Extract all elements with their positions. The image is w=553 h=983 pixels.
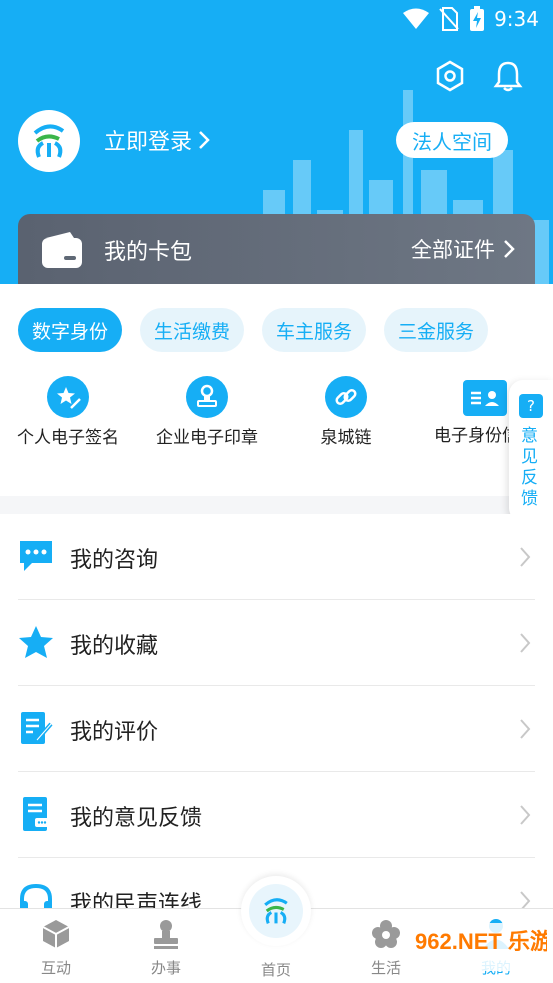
chat-icon: [18, 538, 54, 574]
menu-item-reviews[interactable]: 我的评价: [18, 686, 535, 772]
no-sim-icon: [439, 7, 459, 31]
top-actions: [0, 56, 553, 96]
chevron-right-icon: [504, 240, 515, 258]
nav-label: 首页: [260, 961, 291, 979]
feedback-floating-tab[interactable]: ? 意见反馈: [509, 380, 553, 522]
chevron-right-icon: [520, 805, 531, 825]
service-tabs: 数字身份 生活缴费 车主服务 三金服务: [18, 308, 489, 352]
service-items: 个人电子签名 企业电子印章 泉城链 电子身份信息: [0, 376, 553, 476]
logo-icon: [264, 898, 288, 924]
pen-star-icon: [47, 376, 89, 418]
menu-label: 我的收藏: [70, 634, 159, 659]
wallet-title: 我的卡包: [104, 240, 193, 265]
feedback-doc-icon: [18, 796, 54, 832]
card-wallet-bar[interactable]: 我的卡包 全部证件: [18, 214, 535, 286]
wallet-icon: [42, 232, 82, 268]
service-label: 个人电子签名: [17, 428, 119, 448]
watermark-text: 962.NET 乐游网: [415, 929, 547, 954]
nav-label: 办事: [150, 959, 181, 977]
id-card-icon: [463, 380, 507, 416]
status-time: 9:34: [494, 7, 539, 31]
star-icon: [18, 624, 54, 660]
chevron-right-icon: [199, 131, 210, 149]
logo-icon: [33, 124, 65, 158]
edit-note-icon: [18, 710, 54, 746]
service-quancheng-chain[interactable]: 泉城链: [286, 376, 406, 448]
all-certificates-link[interactable]: 全部证件: [411, 234, 515, 264]
service-personal-signature[interactable]: 个人电子签名: [8, 376, 128, 448]
menu-label: 我的咨询: [70, 548, 159, 573]
notifications-button[interactable]: [488, 56, 528, 96]
nav-affairs[interactable]: 办事: [126, 917, 206, 978]
nav-home[interactable]: 首页: [236, 953, 316, 980]
question-icon: ?: [519, 394, 543, 418]
menu-item-favorites[interactable]: 我的收藏: [18, 600, 535, 686]
bell-icon: [493, 61, 523, 92]
link-icon: [325, 376, 367, 418]
stamp-icon: [186, 376, 228, 418]
settings-button[interactable]: [430, 56, 470, 96]
avatar[interactable]: [18, 110, 80, 172]
hexagon-settings-icon: [436, 60, 464, 92]
menu-list: 我的咨询 我的收藏 我的评价 我的意见反馈 我的民声连线: [0, 514, 553, 917]
nav-label: 互动: [40, 959, 71, 977]
nav-interaction[interactable]: 互动: [16, 917, 96, 978]
stamp-icon: [149, 917, 183, 951]
menu-item-feedback[interactable]: 我的意见反馈: [18, 772, 535, 858]
service-label: 企业电子印章: [156, 428, 258, 448]
screen: 9:34 立即登录 法人空间 我的卡包 全部证件 数字身份 生活缴费 车主服务 …: [0, 0, 553, 983]
battery-charging-icon: [470, 6, 484, 31]
tab-car-owner-service[interactable]: 车主服务: [262, 308, 367, 352]
menu-item-consultation[interactable]: 我的咨询: [18, 514, 535, 600]
cube-icon: [39, 917, 73, 951]
all-certificates-label: 全部证件: [411, 238, 495, 262]
login-label: 立即登录: [104, 130, 193, 155]
status-icons: [403, 6, 485, 32]
login-link[interactable]: 立即登录: [104, 124, 210, 156]
chevron-right-icon: [520, 633, 531, 653]
flower-icon: [369, 917, 403, 951]
feedback-label: 意见反馈: [521, 426, 538, 509]
watermark-logo: 962.NET 乐游网: [407, 923, 547, 971]
service-enterprise-seal[interactable]: 企业电子印章: [147, 376, 267, 448]
service-label: 泉城链: [320, 428, 372, 448]
menu-label: 我的评价: [70, 720, 159, 745]
legal-space-button[interactable]: 法人空间: [396, 122, 508, 158]
chevron-right-icon: [520, 719, 531, 739]
home-button[interactable]: [241, 876, 311, 946]
chevron-right-icon: [520, 547, 531, 567]
status-bar: 9:34: [0, 0, 553, 40]
header: 9:34 立即登录 法人空间 我的卡包 全部证件: [0, 0, 553, 300]
tab-digital-identity[interactable]: 数字身份: [18, 308, 123, 352]
tab-utility-payment[interactable]: 生活缴费: [140, 308, 245, 352]
tab-three-funds-service[interactable]: 三金服务: [384, 308, 489, 352]
menu-label: 我的意见反馈: [70, 806, 203, 831]
services-panel: 数字身份 生活缴费 车主服务 三金服务 个人电子签名 企业电子印章 泉城链 电子…: [0, 284, 553, 496]
home-logo: [249, 884, 303, 938]
wifi-icon: [403, 8, 429, 29]
